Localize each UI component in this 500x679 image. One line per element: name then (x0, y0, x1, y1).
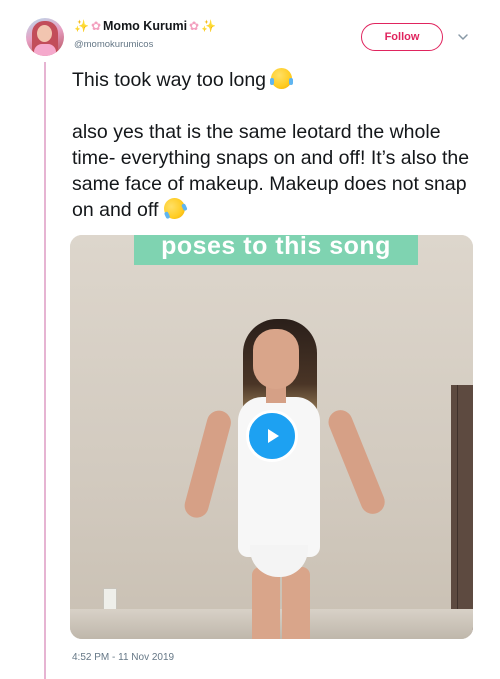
cherry-blossom-icon: ✿ (90, 19, 102, 33)
video-caption: poses to this song (134, 235, 418, 265)
tweet-paragraph-2: also yes that is the same leotard the wh… (72, 121, 470, 221)
display-name[interactable]: ✨ ✿ Momo Kurumi ✿ ✨ (74, 19, 216, 33)
tweet-timestamp[interactable]: 4:52 PM - 11 Nov 2019 (72, 652, 174, 663)
user-handle[interactable]: @momokurumicos (74, 39, 153, 50)
follow-button[interactable]: Follow (361, 23, 443, 51)
sparkles-icon: ✨ (201, 19, 217, 33)
sparkles-icon: ✨ (74, 19, 89, 33)
video-door (451, 385, 473, 635)
tweet-text: This took way too long also yes that is … (72, 67, 482, 223)
tweet-line-1: This took way too long (72, 69, 267, 91)
play-button[interactable] (246, 410, 298, 462)
cherry-blossom-icon: ✿ (189, 19, 200, 33)
thread-line (44, 62, 46, 679)
rolling-on-floor-laughing-icon (160, 194, 189, 223)
face-with-tears-of-joy-icon (270, 68, 294, 89)
chevron-down-icon[interactable] (457, 31, 469, 43)
video-person (181, 315, 390, 639)
display-name-text: Momo Kurumi (103, 19, 188, 33)
video-player[interactable]: poses to this song (70, 235, 473, 639)
play-icon (268, 429, 279, 443)
avatar[interactable] (26, 18, 64, 56)
